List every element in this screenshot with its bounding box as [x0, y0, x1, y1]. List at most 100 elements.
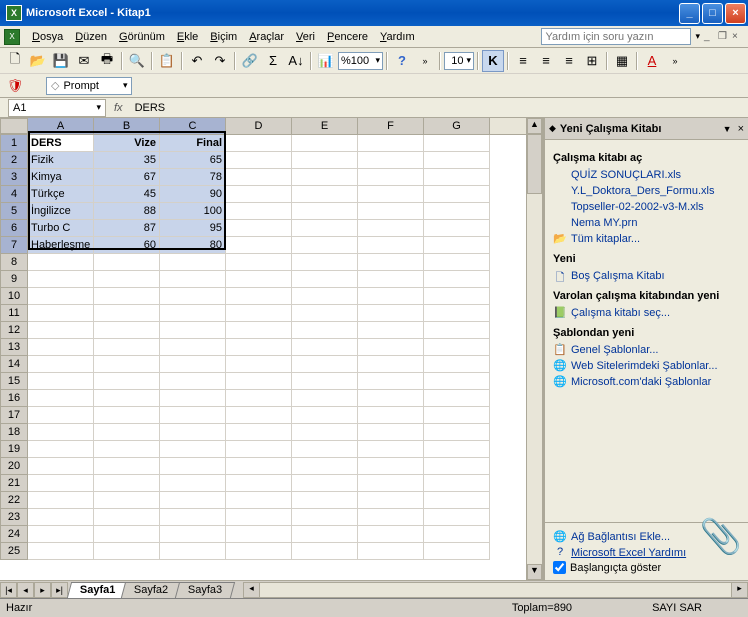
- cell[interactable]: [424, 305, 490, 322]
- cell[interactable]: [424, 203, 490, 220]
- cell[interactable]: [226, 254, 292, 271]
- row-header[interactable]: 9: [0, 271, 28, 288]
- cell[interactable]: [424, 220, 490, 237]
- cell[interactable]: [358, 339, 424, 356]
- cell[interactable]: [358, 254, 424, 271]
- security-icon[interactable]: 🛡: [4, 75, 26, 97]
- cell[interactable]: [292, 254, 358, 271]
- cell[interactable]: [358, 271, 424, 288]
- cell[interactable]: [226, 237, 292, 254]
- tp-choose-book[interactable]: 📗Çalışma kitabı seç...: [553, 305, 740, 321]
- tp-show-startup[interactable]: Başlangıçta göster: [553, 561, 740, 574]
- row-header[interactable]: 7: [0, 237, 28, 254]
- cell[interactable]: [226, 492, 292, 509]
- cell[interactable]: [292, 237, 358, 254]
- row-header[interactable]: 24: [0, 526, 28, 543]
- cell[interactable]: [94, 254, 160, 271]
- cell[interactable]: [160, 322, 226, 339]
- row-header[interactable]: 23: [0, 509, 28, 526]
- scroll-up-icon[interactable]: ▲: [527, 118, 542, 134]
- cell[interactable]: [94, 526, 160, 543]
- cell[interactable]: [94, 305, 160, 322]
- cell[interactable]: [28, 492, 94, 509]
- row-header[interactable]: 11: [0, 305, 28, 322]
- row-header[interactable]: 10: [0, 288, 28, 305]
- tp-template-link[interactable]: 🌐Microsoft.com'daki Şablonlar: [553, 374, 740, 390]
- tab-prev-icon[interactable]: ◂: [17, 582, 34, 598]
- cell[interactable]: [226, 441, 292, 458]
- cell[interactable]: [160, 543, 226, 560]
- row-header[interactable]: 16: [0, 390, 28, 407]
- cell[interactable]: Vize: [94, 135, 160, 152]
- cell[interactable]: 80: [160, 237, 226, 254]
- row-header[interactable]: 6: [0, 220, 28, 237]
- cell[interactable]: [424, 475, 490, 492]
- cell[interactable]: İngilizce: [28, 203, 94, 220]
- row-header[interactable]: 8: [0, 254, 28, 271]
- cell[interactable]: [358, 424, 424, 441]
- cell[interactable]: [28, 526, 94, 543]
- cell[interactable]: [94, 339, 160, 356]
- cell[interactable]: [292, 424, 358, 441]
- zoom-combo[interactable]: %100▾: [338, 52, 383, 70]
- chart-icon[interactable]: 📊: [315, 50, 337, 72]
- help-dropdown-icon[interactable]: ▾: [695, 31, 700, 42]
- cell[interactable]: [424, 339, 490, 356]
- select-all-corner[interactable]: [0, 118, 28, 134]
- fx-icon[interactable]: fx: [114, 102, 123, 114]
- cell[interactable]: [94, 509, 160, 526]
- cell[interactable]: 100: [160, 203, 226, 220]
- cell[interactable]: [358, 186, 424, 203]
- cell[interactable]: [226, 458, 292, 475]
- preview-icon[interactable]: 🔍: [126, 50, 148, 72]
- row-header[interactable]: 25: [0, 543, 28, 560]
- undo-icon[interactable]: ↶: [186, 50, 208, 72]
- cell[interactable]: 60: [94, 237, 160, 254]
- cell[interactable]: [358, 458, 424, 475]
- borders-icon[interactable]: ▦: [611, 50, 633, 72]
- prompt-combo[interactable]: ◇ Prompt ▾: [46, 77, 132, 95]
- merge-icon[interactable]: ⊞: [581, 50, 603, 72]
- row-header[interactable]: 21: [0, 475, 28, 492]
- row-header[interactable]: 1: [0, 135, 28, 152]
- cell[interactable]: [424, 509, 490, 526]
- cell[interactable]: [424, 390, 490, 407]
- cell[interactable]: [160, 373, 226, 390]
- cell[interactable]: [28, 458, 94, 475]
- cell[interactable]: [292, 475, 358, 492]
- cell[interactable]: [94, 424, 160, 441]
- cell[interactable]: [226, 135, 292, 152]
- tp-recent-file[interactable]: Topseller-02-2002-v3-M.xls: [553, 199, 740, 215]
- cell[interactable]: [94, 441, 160, 458]
- row-header[interactable]: 19: [0, 441, 28, 458]
- col-header-G[interactable]: G: [424, 118, 490, 134]
- cell[interactable]: [28, 339, 94, 356]
- mail-icon[interactable]: ✉: [73, 50, 95, 72]
- row-header[interactable]: 12: [0, 322, 28, 339]
- row-header[interactable]: 17: [0, 407, 28, 424]
- col-header-A[interactable]: A: [28, 118, 94, 134]
- cell[interactable]: [424, 288, 490, 305]
- cell[interactable]: [292, 288, 358, 305]
- row-header[interactable]: 14: [0, 356, 28, 373]
- tab-first-icon[interactable]: |◂: [0, 582, 17, 598]
- cell[interactable]: [292, 356, 358, 373]
- cell[interactable]: [226, 288, 292, 305]
- cell[interactable]: [292, 339, 358, 356]
- cell[interactable]: [358, 441, 424, 458]
- cell[interactable]: [28, 288, 94, 305]
- cell[interactable]: [28, 356, 94, 373]
- menu-ekle[interactable]: Ekle: [171, 29, 204, 45]
- cell[interactable]: [94, 373, 160, 390]
- cell[interactable]: [226, 475, 292, 492]
- cell[interactable]: [28, 424, 94, 441]
- clippy-assistant[interactable]: 📎: [700, 517, 742, 557]
- cell[interactable]: [28, 254, 94, 271]
- cell[interactable]: [94, 475, 160, 492]
- cell[interactable]: [226, 305, 292, 322]
- cell[interactable]: [292, 322, 358, 339]
- cell[interactable]: [358, 237, 424, 254]
- cell[interactable]: [226, 424, 292, 441]
- close-button[interactable]: ×: [725, 3, 746, 24]
- cell[interactable]: [160, 492, 226, 509]
